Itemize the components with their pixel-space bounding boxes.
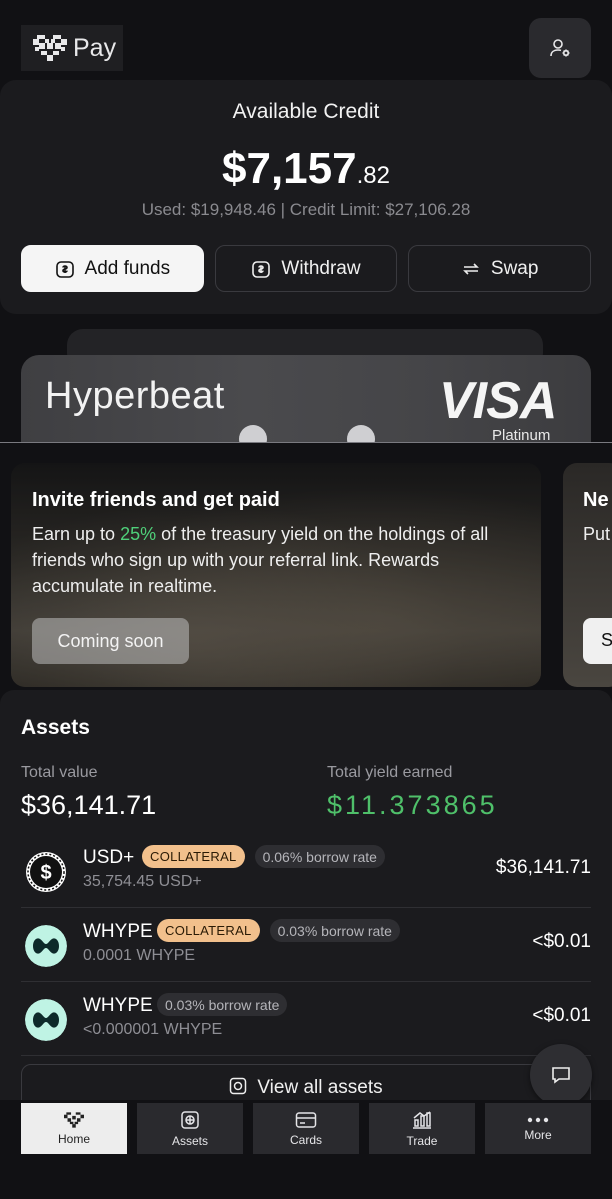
tab-assets[interactable]: Assets bbox=[137, 1103, 243, 1154]
asset-row-usdplus[interactable]: $ USD+ COLLATERAL 0.06% borrow rate 35,7… bbox=[21, 835, 591, 908]
coming-soon-button[interactable]: Coming soon bbox=[32, 618, 189, 664]
chat-button[interactable] bbox=[530, 1044, 592, 1106]
total-value: $36,141.71 bbox=[21, 790, 157, 820]
tab-trade[interactable]: Trade bbox=[369, 1103, 475, 1154]
user-settings-button[interactable] bbox=[529, 18, 591, 78]
total-yield: $11.373865 bbox=[327, 790, 498, 820]
asset-badges: 0.03% borrow rate bbox=[157, 993, 288, 1016]
credit-amount-main: $7,157 bbox=[222, 144, 357, 193]
promo-title: Ne bbox=[583, 489, 609, 511]
pixel-heart-logo-icon bbox=[33, 35, 67, 61]
promo-card-referral[interactable]: Invite friends and get paid Earn up to 2… bbox=[11, 463, 541, 687]
card-dot-icon bbox=[239, 425, 267, 443]
asset-badges: COLLATERAL 0.03% borrow rate bbox=[157, 919, 400, 942]
withdraw-label: Withdraw bbox=[281, 257, 361, 279]
chat-bubble-icon bbox=[552, 1067, 570, 1084]
collateral-badge: COLLATERAL bbox=[142, 845, 245, 868]
card-icon bbox=[295, 1111, 317, 1128]
total-value-label: Total value bbox=[21, 764, 98, 781]
assets-title: Assets bbox=[21, 716, 90, 739]
svg-text:$: $ bbox=[40, 862, 51, 884]
promo-highlight: 25% bbox=[120, 524, 157, 544]
collateral-badge: COLLATERAL bbox=[157, 919, 260, 942]
card-dot-icon bbox=[347, 425, 375, 443]
withdraw-icon bbox=[252, 260, 271, 278]
more-dots-icon bbox=[527, 1117, 549, 1122]
promo-body: Earn up to 25% of the treasury yield on … bbox=[32, 524, 489, 596]
asset-quantity: 0.0001 WHYPE bbox=[83, 947, 196, 964]
credit-title: Available Credit bbox=[232, 100, 380, 123]
bottom-nav: Home Assets Cards Trade More bbox=[0, 1100, 612, 1199]
visa-card[interactable]: Hyperbeat VISA Platinum bbox=[21, 355, 591, 443]
available-credit-amount: $7,157.82 bbox=[0, 144, 612, 194]
asset-name: WHYPE bbox=[83, 995, 153, 1016]
asset-quantity: <0.000001 WHYPE bbox=[83, 1021, 223, 1038]
asset-amount: <$0.01 bbox=[532, 931, 591, 952]
add-funds-button[interactable]: Add funds bbox=[21, 245, 204, 292]
add-funds-icon bbox=[55, 260, 74, 278]
asset-badges: COLLATERAL 0.06% borrow rate bbox=[142, 845, 385, 868]
credit-actions: Add funds Withdraw Swap bbox=[21, 245, 592, 292]
asset-name: USD+ bbox=[83, 847, 135, 868]
withdraw-button[interactable]: Withdraw bbox=[214, 245, 398, 292]
asset-row-whype[interactable]: WHYPE 0.03% borrow rate <0.000001 WHYPE … bbox=[21, 983, 591, 1056]
vault-icon bbox=[230, 1077, 247, 1095]
tab-label: Cards bbox=[289, 1132, 322, 1147]
asset-amount: $36,141.71 bbox=[495, 857, 591, 878]
user-settings-icon bbox=[550, 39, 570, 57]
asset-row-whype[interactable]: WHYPE COLLATERAL 0.03% borrow rate 0.000… bbox=[21, 909, 591, 982]
swap-label: Swap bbox=[490, 257, 539, 279]
tab-label: Assets bbox=[171, 1133, 208, 1148]
logo-text: Pay bbox=[73, 33, 117, 62]
tab-cards[interactable]: Cards bbox=[253, 1103, 359, 1154]
total-yield-label: Total yield earned bbox=[327, 764, 453, 781]
borrow-rate-badge: 0.03% borrow rate bbox=[157, 993, 288, 1016]
usd-plus-coin-icon: $ bbox=[26, 852, 66, 892]
promo-body: Put lifes rate bbox=[583, 524, 612, 544]
app-logo[interactable]: Pay bbox=[21, 25, 123, 71]
chart-bars-icon bbox=[413, 1110, 431, 1129]
tab-label: Trade bbox=[406, 1133, 438, 1148]
credit-summary-panel: Available Credit $7,157.82 Used: $19,948… bbox=[0, 80, 612, 314]
divider bbox=[0, 442, 612, 443]
promo-title: Invite friends and get paid bbox=[32, 489, 280, 511]
vault-icon bbox=[181, 1110, 199, 1129]
tab-home[interactable]: Home bbox=[21, 1103, 127, 1154]
credit-amount-cents: .82 bbox=[356, 162, 390, 189]
borrow-rate-badge: 0.03% borrow rate bbox=[269, 919, 400, 942]
card-tier: Platinum bbox=[492, 427, 551, 443]
visa-logo: VISA bbox=[439, 372, 557, 430]
tab-more[interactable]: More bbox=[485, 1103, 591, 1154]
top-bar: Pay bbox=[0, 0, 612, 80]
tab-label: More bbox=[524, 1127, 552, 1142]
whype-coin-icon bbox=[25, 999, 67, 1041]
borrow-rate-badge: 0.06% borrow rate bbox=[254, 845, 385, 868]
asset-quantity: 35,754.45 USD+ bbox=[83, 873, 202, 890]
asset-name: WHYPE bbox=[83, 921, 153, 942]
credit-usage-summary: Used: $19,948.46 | Credit Limit: $27,106… bbox=[141, 200, 471, 219]
swap-icon bbox=[462, 262, 479, 275]
tab-label: Home bbox=[57, 1131, 90, 1146]
promo-button[interactable]: S bbox=[583, 618, 612, 664]
promo-card-next[interactable]: Ne Put lifes rate S bbox=[563, 463, 612, 687]
add-funds-label: Add funds bbox=[84, 257, 171, 279]
card-brand: Hyperbeat bbox=[45, 375, 225, 417]
heart-home-icon bbox=[64, 1111, 84, 1128]
asset-amount: <$0.01 bbox=[532, 1005, 591, 1026]
swap-button[interactable]: Swap bbox=[408, 245, 592, 292]
whype-coin-icon bbox=[25, 925, 67, 967]
